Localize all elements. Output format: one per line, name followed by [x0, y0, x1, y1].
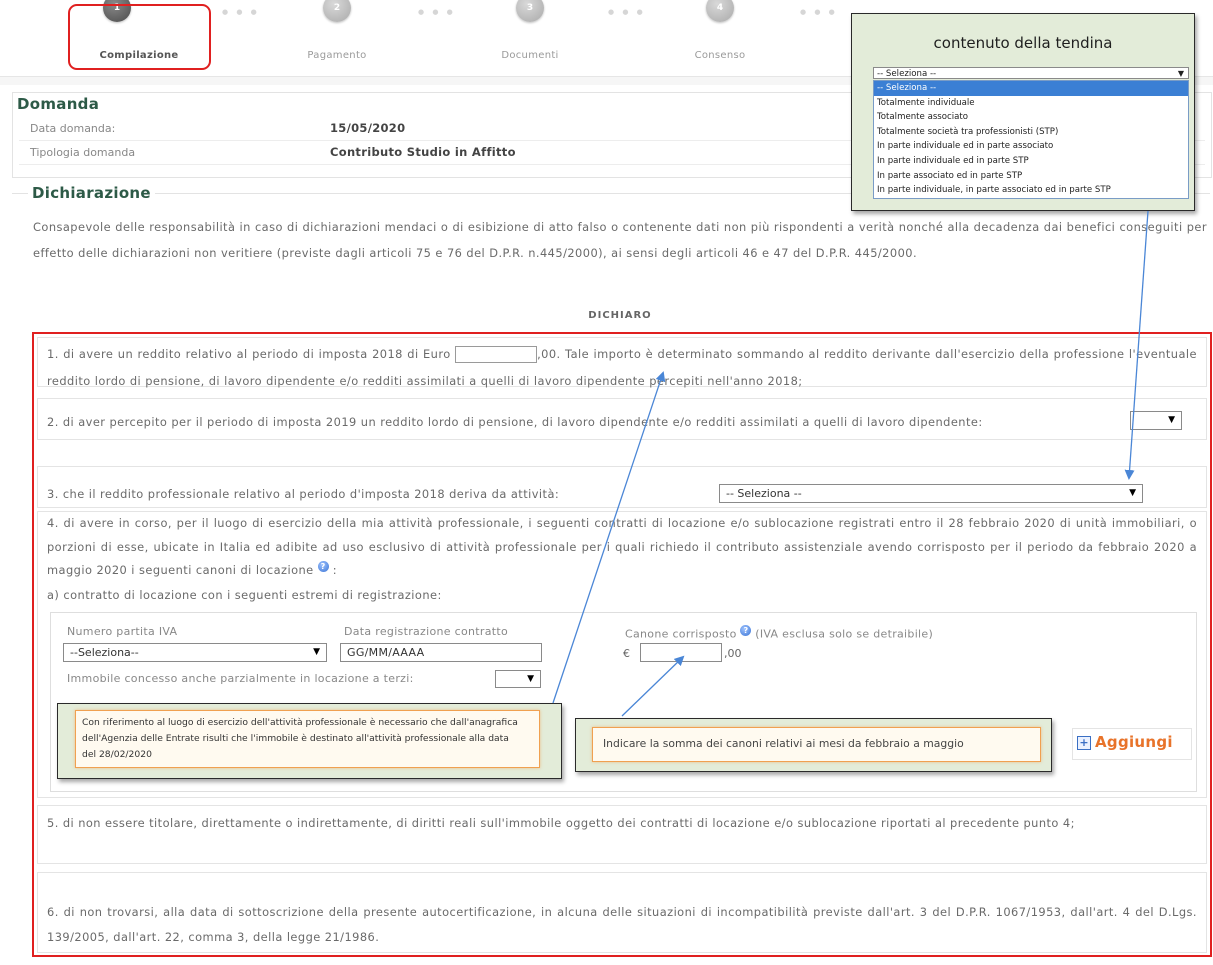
active-step-highlight [68, 4, 211, 70]
dropdown-option[interactable]: In parte individuale ed in parte associa… [874, 139, 1188, 154]
dropdown-option[interactable]: In parte associato ed in parte STP [874, 169, 1188, 184]
dropdown-callout-title: contenuto della tendina [933, 34, 1113, 52]
tooltip-canone: Indicare la somma dei canoni relativi ai… [592, 727, 1041, 762]
items-highlight-box [32, 332, 1212, 957]
dropdown-option[interactable]: In parte individuale ed in parte STP [874, 154, 1188, 169]
dropdown-option[interactable]: Totalmente associato [874, 110, 1188, 125]
step-label-documenti[interactable]: Documenti [460, 50, 600, 61]
step-separator: ● ● ● [608, 8, 646, 16]
dropdown-option[interactable]: In parte individuale, in parte associato… [874, 183, 1188, 198]
dropdown-option[interactable]: -- Seleziona -- [874, 81, 1188, 96]
data-domanda-value: 15/05/2020 [330, 121, 406, 135]
dichiarazione-title: Dichiarazione [28, 184, 155, 202]
data-domanda-label: Data domanda: [30, 122, 116, 135]
dropdown-options-list: -- Seleziona -- Totalmente individuale T… [873, 80, 1189, 199]
tooltip-luogo-text: Con riferimento al luogo di esercizio de… [82, 717, 518, 760]
dropdown-select-value: -- Seleziona -- [877, 69, 937, 79]
dropdown-option[interactable]: Totalmente individuale [874, 96, 1188, 111]
step-separator: ● ● ● [222, 8, 260, 16]
chevron-down-icon: ▼ [1177, 69, 1184, 78]
tipologia-domanda-label: Tipologia domanda [30, 146, 136, 159]
step-4-icon[interactable]: 4 [706, 0, 734, 22]
dropdown-content-callout: contenuto della tendina -- Seleziona -- … [851, 13, 1195, 211]
dichiarazione-intro: Consapevole delle responsabilità in caso… [33, 220, 1207, 260]
dichiaro-heading: DICHIARO [588, 310, 652, 321]
dropdown-select[interactable]: -- Seleziona -- ▼ [873, 67, 1189, 79]
step-separator: ● ● ● [418, 8, 456, 16]
tooltip-luogo: Con riferimento al luogo di esercizio de… [75, 710, 540, 768]
tipologia-domanda-value: Contributo Studio in Affitto [330, 145, 516, 159]
domanda-title: Domanda [17, 95, 100, 113]
tooltip-canone-text: Indicare la somma dei canoni relativi ai… [603, 737, 964, 750]
step-label-pagamento[interactable]: Pagamento [267, 50, 407, 61]
tooltip-luogo-callout: Con riferimento al luogo di esercizio de… [57, 703, 562, 779]
step-3-icon[interactable]: 3 [516, 0, 544, 22]
dropdown-option[interactable]: Totalmente società tra professionisti (S… [874, 125, 1188, 140]
step-2-icon[interactable]: 2 [323, 0, 351, 22]
tooltip-canone-callout: Indicare la somma dei canoni relativi ai… [575, 718, 1052, 772]
stepper: 1 ● ● ● 2 ● ● ● 3 ● ● ● 4 ● ● ● Compilaz… [0, 0, 850, 76]
step-label-consenso[interactable]: Consenso [650, 50, 790, 61]
step-separator: ● ● ● [800, 8, 838, 16]
